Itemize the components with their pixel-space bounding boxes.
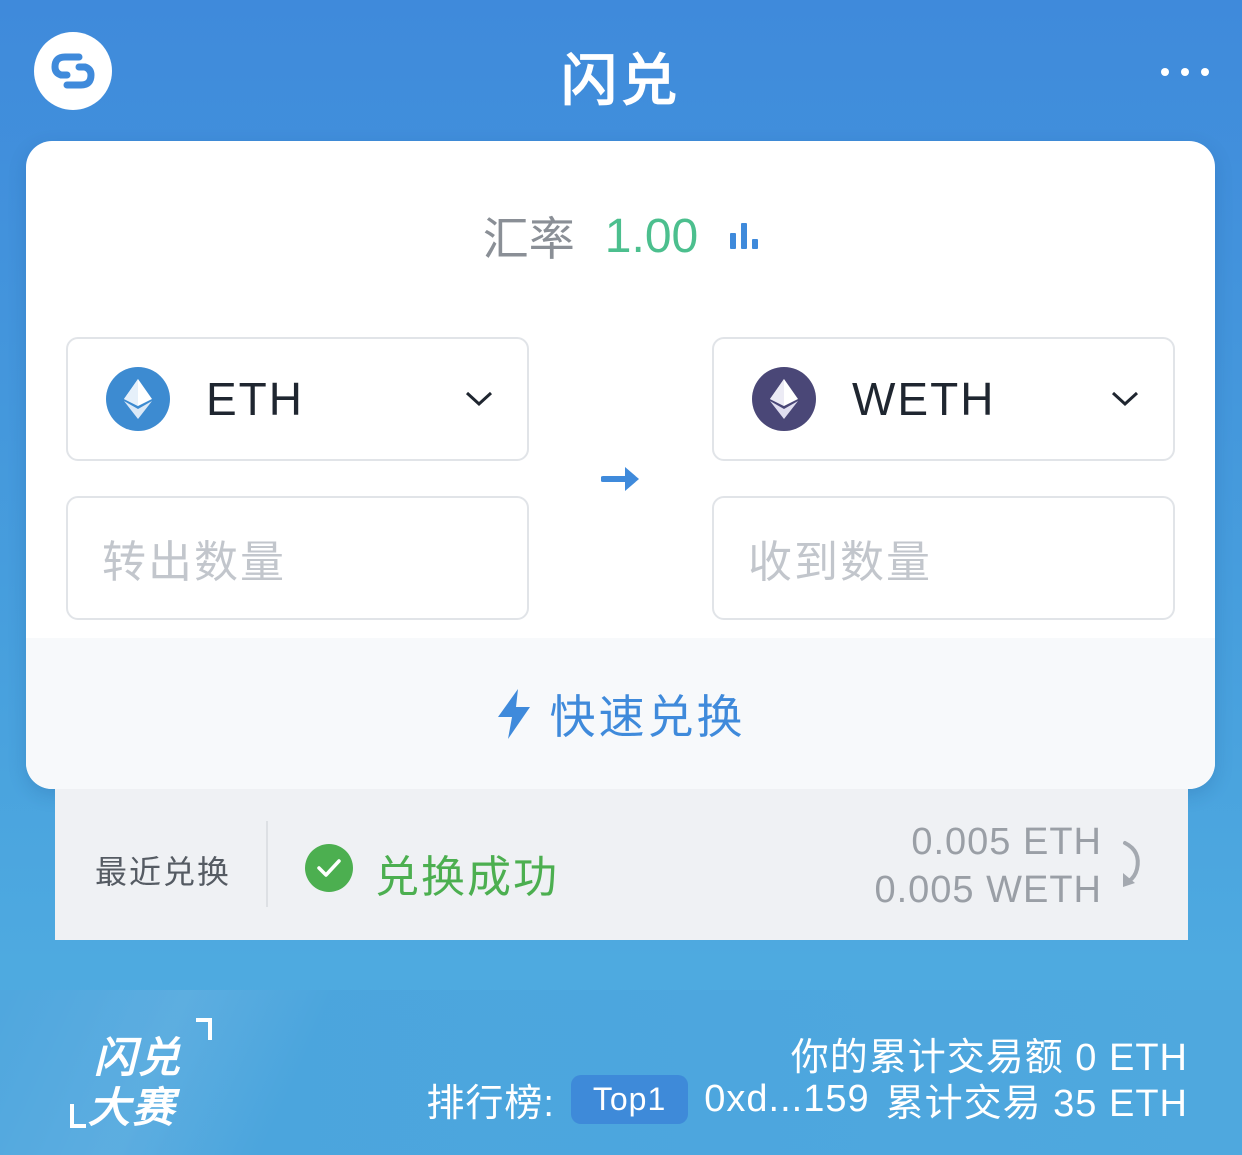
contest-logo: 闪兑 大赛 (70, 1012, 220, 1132)
recent-swap-panel[interactable]: 最近兑换 兑换成功 0.005 ETH 0.005 WETH (55, 789, 1188, 940)
swap-status: 兑换成功 (375, 853, 559, 902)
lightning-icon (497, 688, 530, 739)
leaderboard-row[interactable]: 排行榜: Top1 0xd...159 累计交易 35 ETH (426, 1072, 1188, 1127)
swap-amount-from: 0.005 ETH (911, 821, 1102, 863)
to-token-name: WETH (852, 373, 996, 425)
rank-address: 0xd...159 (704, 1078, 870, 1120)
chevron-down-icon (1111, 391, 1139, 407)
from-token-name: ETH (206, 373, 304, 425)
to-amount-placeholder: 收到数量 (748, 538, 932, 587)
swap-amount-to: 0.005 WETH (874, 869, 1102, 911)
to-amount-input[interactable]: 收到数量 (712, 496, 1175, 620)
contest-logo-line2: 大赛 (88, 1084, 177, 1131)
refresh-icon[interactable] (1117, 839, 1147, 889)
to-token-select[interactable]: WETH (712, 337, 1175, 461)
bar-chart-icon[interactable] (730, 223, 759, 249)
quick-swap-label: 快速兑换 (549, 690, 746, 743)
recent-swap-label: 最近兑换 (95, 854, 232, 890)
divider (266, 821, 268, 907)
chevron-down-icon (465, 391, 493, 407)
rate-value: 1.00 (604, 209, 699, 263)
more-dots-icon (1161, 68, 1169, 76)
leaderboard-label: 排行榜: (426, 1083, 555, 1125)
check-circle-icon (305, 844, 353, 892)
arrow-right-icon (601, 467, 639, 491)
eth-token-icon (106, 367, 170, 431)
more-menu-button[interactable] (1150, 52, 1220, 92)
from-amount-placeholder: 转出数量 (102, 538, 286, 587)
exchange-rate: 汇率 1.00 (26, 203, 1215, 269)
rate-label: 汇率 (482, 213, 575, 265)
quick-swap-button[interactable]: 快速兑换 (26, 638, 1215, 789)
rank-volume: 累计交易 35 ETH (885, 1083, 1188, 1125)
contest-banner[interactable]: 闪兑 大赛 你的累计交易额 0 ETH 排行榜: Top1 0xd...159 … (0, 990, 1242, 1155)
from-amount-input[interactable]: 转出数量 (66, 496, 529, 620)
from-token-select[interactable]: ETH (66, 337, 529, 461)
weth-token-icon (752, 367, 816, 431)
page-title: 闪兑 (561, 49, 681, 112)
rank-badge: Top1 (570, 1075, 689, 1124)
swap-card: 汇率 1.00 ETH WETH 转出数量 收到数量 快速兑换 (26, 141, 1215, 789)
